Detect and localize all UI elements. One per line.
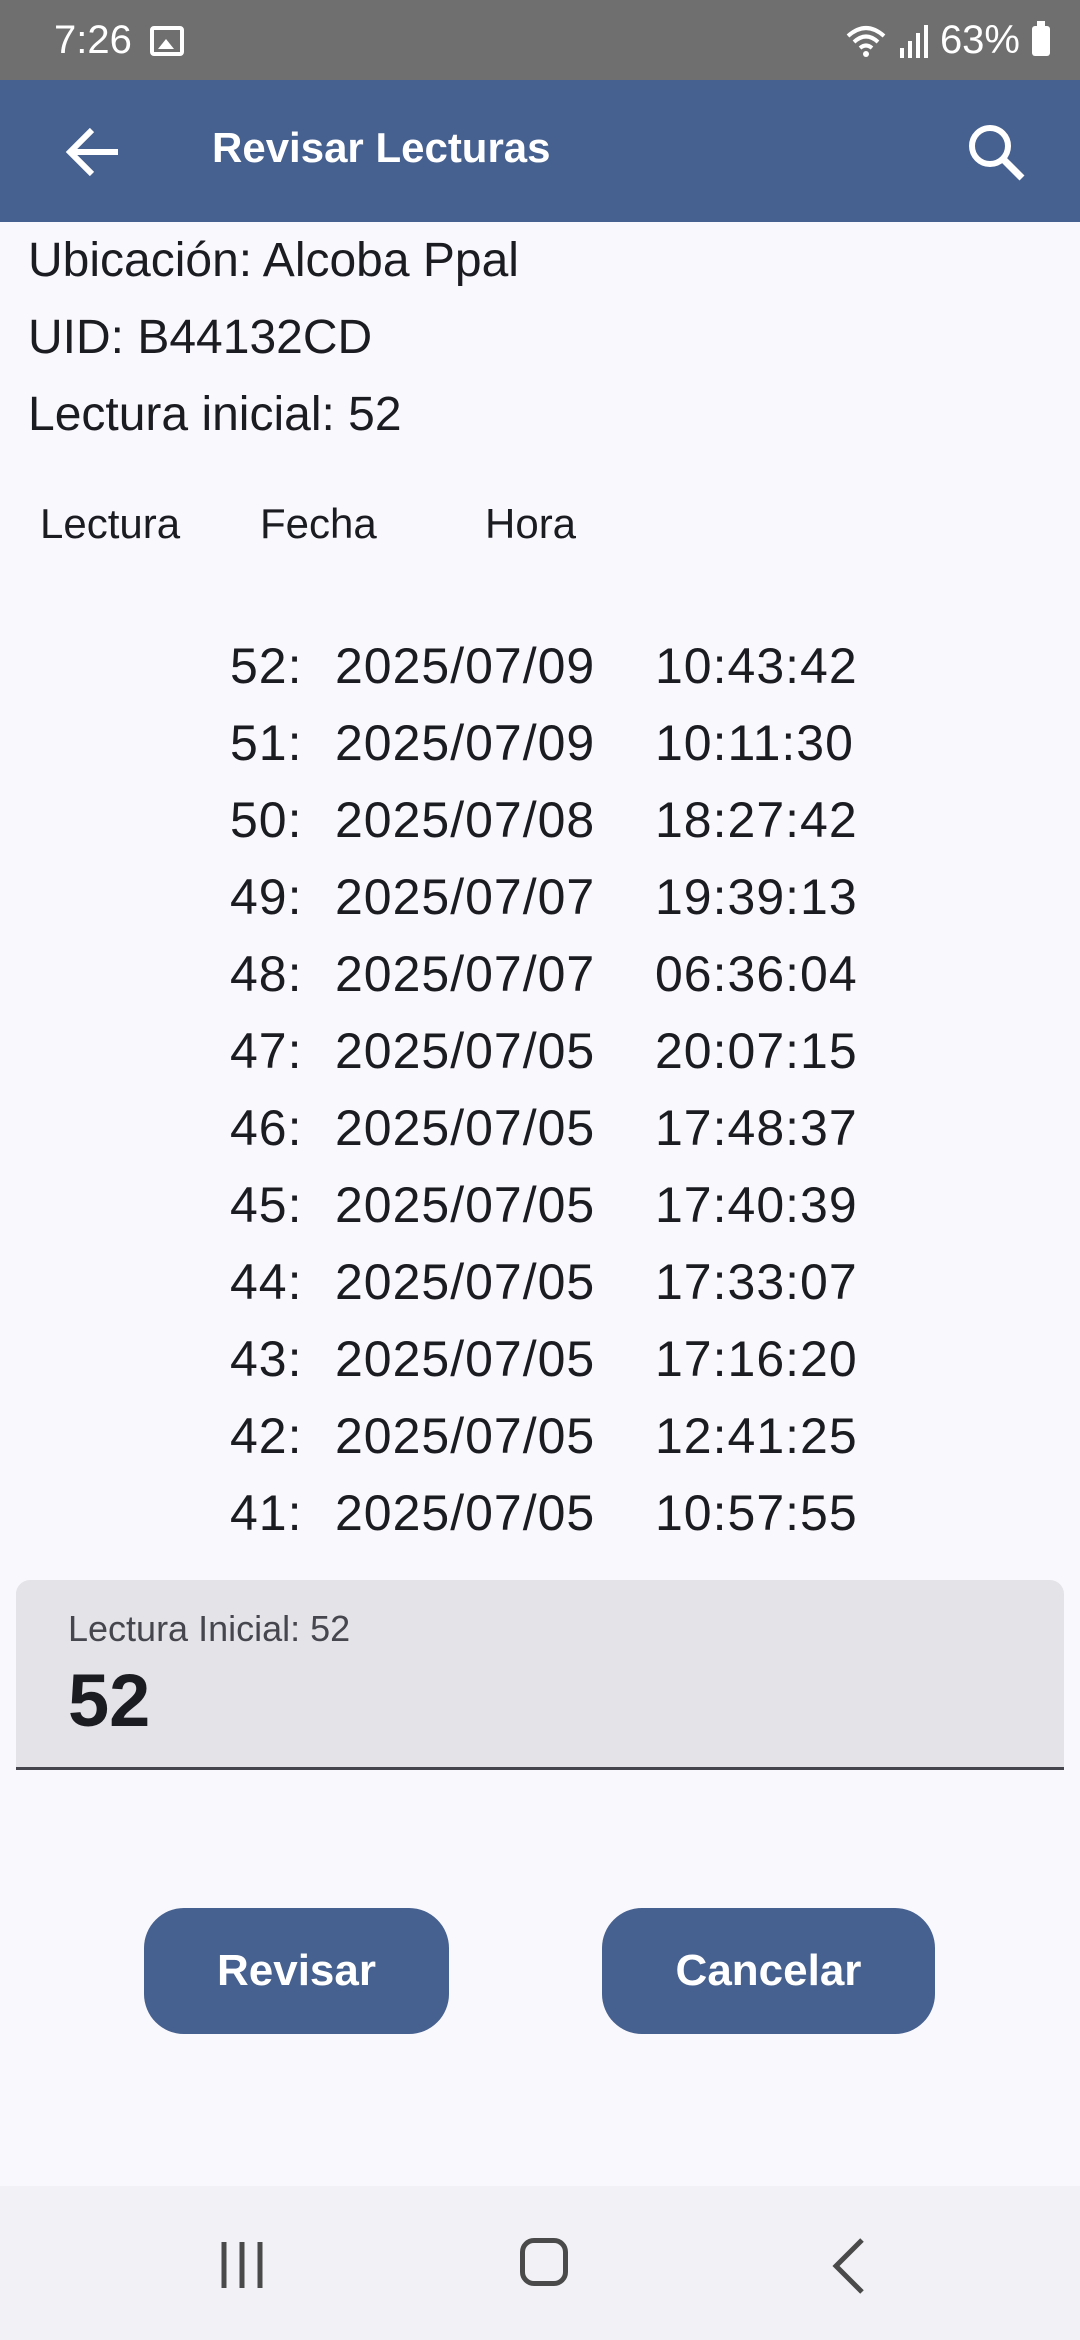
reading-date: 2025/07/08: [335, 792, 596, 848]
reading-date: 2025/07/07: [335, 946, 596, 1002]
reading-time: 18:27:42: [655, 792, 858, 848]
cancelar-button[interactable]: Cancelar: [602, 1908, 935, 2034]
signal-icon: [899, 24, 928, 58]
uid-text: UID: B44132CD: [28, 311, 373, 364]
reading-number: 44:: [230, 1254, 303, 1310]
initial-reading-input[interactable]: [68, 1658, 968, 1743]
reading-time: 19:39:13: [655, 869, 858, 925]
reading-time: 10:43:42: [655, 638, 858, 694]
wifi-icon: [846, 25, 886, 57]
reading-number: 45:: [230, 1177, 303, 1233]
reading-date: 2025/07/05: [335, 1177, 596, 1233]
reading-number: 42:: [230, 1408, 303, 1464]
reading-number: 41:: [230, 1485, 303, 1541]
location-text: Ubicación: Alcoba Ppal: [28, 234, 519, 287]
reading-date: 2025/07/05: [335, 1331, 596, 1387]
reading-number: 50:: [230, 792, 303, 848]
reading-time: 17:33:07: [655, 1254, 858, 1310]
reading-number: 47:: [230, 1023, 303, 1079]
reading-number: 52:: [230, 638, 303, 694]
reading-time: 10:57:55: [655, 1485, 858, 1541]
reading-number: 48:: [230, 946, 303, 1002]
page-title: Revisar Lecturas: [212, 124, 551, 171]
reading-date: 2025/07/09: [335, 638, 596, 694]
list-item: 50: 2025/07/08 18:27:42: [230, 791, 875, 868]
readings-list[interactable]: 52: 2025/07/09 10:43:42 51: 2025/07/09 10:11…: [230, 637, 875, 1561]
list-item: 45: 2025/07/05 17:40:39: [230, 1176, 875, 1253]
app-bar: Revisar Lecturas: [0, 80, 1080, 222]
reading-time: 17:48:37: [655, 1100, 858, 1156]
reading-date: 2025/07/05: [335, 1485, 596, 1541]
status-right: 63%: [846, 18, 1050, 63]
home-icon[interactable]: [520, 2238, 568, 2286]
list-item: 46: 2025/07/05 17:48:37: [230, 1099, 875, 1176]
list-item: 51: 2025/07/09 10:11:30: [230, 714, 875, 791]
recents-icon[interactable]: [218, 2240, 266, 2290]
list-item: 49: 2025/07/07 19:39:13: [230, 868, 875, 945]
column-header-hora: Hora: [485, 500, 577, 547]
list-item: 48: 2025/07/07 06:36:04: [230, 945, 875, 1022]
list-item: 43: 2025/07/05 17:16:20: [230, 1330, 875, 1407]
list-item: 47: 2025/07/05 20:07:15: [230, 1022, 875, 1099]
search-icon[interactable]: [960, 116, 1032, 188]
reading-time: 17:40:39: [655, 1177, 858, 1233]
gallery-icon: [150, 26, 184, 56]
list-item: 44: 2025/07/05 17:33:07: [230, 1253, 875, 1330]
column-header-fecha: Fecha: [260, 500, 377, 547]
back-arrow-icon[interactable]: [58, 116, 130, 188]
reading-date: 2025/07/05: [335, 1408, 596, 1464]
reading-date: 2025/07/05: [335, 1254, 596, 1310]
reading-time: 10:11:30: [655, 715, 854, 771]
reading-number: 43:: [230, 1331, 303, 1387]
reading-number: 51:: [230, 715, 303, 771]
system-nav-bar: [0, 2186, 1080, 2340]
battery-icon: [1032, 20, 1050, 56]
initial-reading-text: Lectura inicial: 52: [28, 388, 402, 441]
revisar-button[interactable]: Revisar: [144, 1908, 449, 2034]
reading-date: 2025/07/05: [335, 1100, 596, 1156]
reading-date: 2025/07/07: [335, 869, 596, 925]
list-item: 41: 2025/07/05 10:57:55: [230, 1484, 875, 1561]
status-time: 7:26: [54, 18, 132, 62]
reading-time: 06:36:04: [655, 946, 858, 1002]
reading-number: 46:: [230, 1100, 303, 1156]
initial-reading-field[interactable]: Lectura Inicial: 52: [16, 1580, 1064, 1770]
reading-date: 2025/07/09: [335, 715, 596, 771]
status-bar: 7:26 63%: [0, 0, 1080, 80]
nav-back-icon[interactable]: [828, 2236, 868, 2296]
reading-time: 17:16:20: [655, 1331, 858, 1387]
reading-time: 20:07:15: [655, 1023, 858, 1079]
column-header-lectura: Lectura: [40, 500, 181, 547]
battery-percent: 63%: [939, 18, 1020, 62]
list-item: 42: 2025/07/05 12:41:25: [230, 1407, 875, 1484]
list-item: 52: 2025/07/09 10:43:42: [230, 637, 875, 714]
initial-reading-label: Lectura Inicial: 52: [68, 1608, 351, 1649]
reading-number: 49:: [230, 869, 303, 925]
reading-date: 2025/07/05: [335, 1023, 596, 1079]
reading-time: 12:41:25: [655, 1408, 858, 1464]
